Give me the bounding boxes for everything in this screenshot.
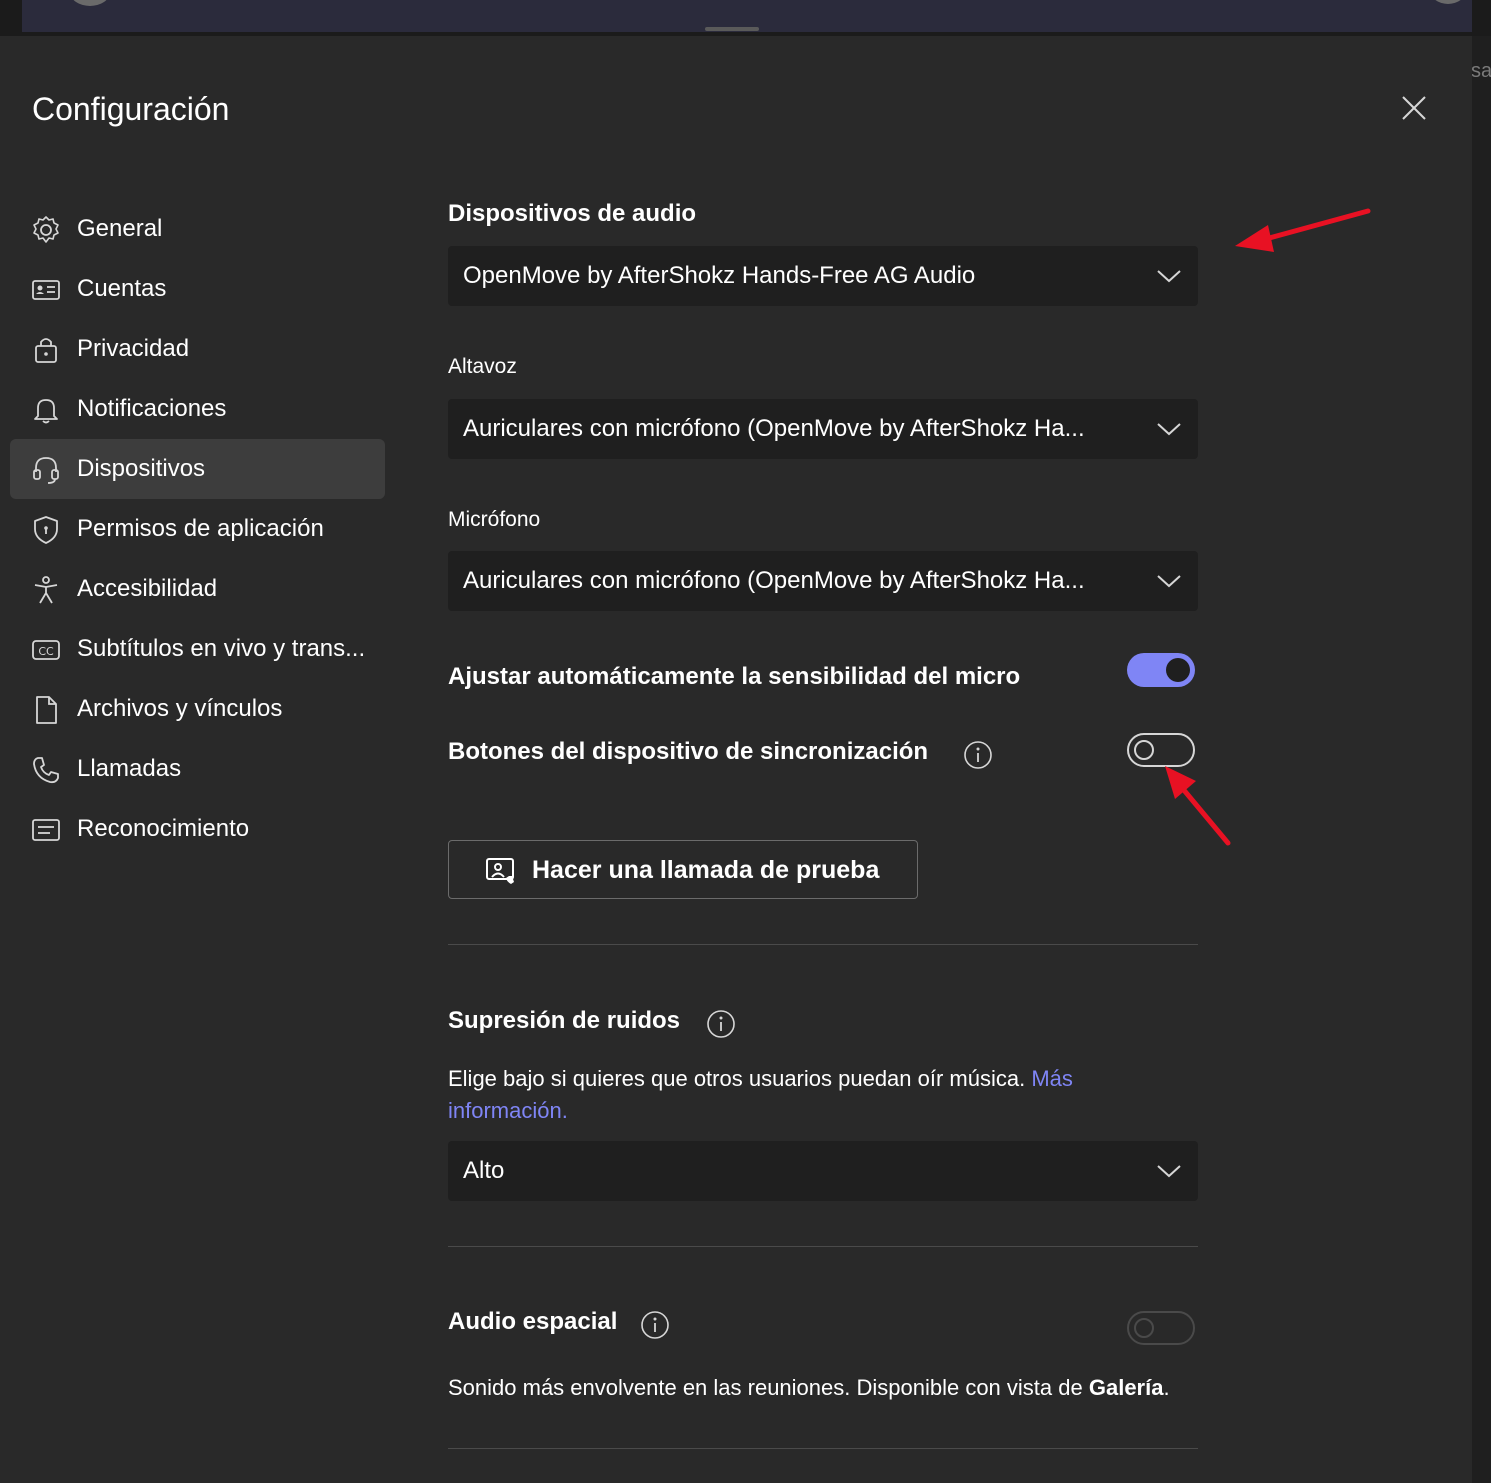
card-icon [32, 819, 60, 841]
chevron-down-icon [1157, 1165, 1181, 1178]
section-divider [448, 944, 1198, 945]
video-call-icon [486, 858, 514, 884]
speaker-value: Auriculares con micrófono (OpenMove by A… [463, 415, 1085, 442]
noise-suppression-description: Elige bajo si quieres que otros usuarios… [448, 1063, 1198, 1127]
sidebar-item-reconocimiento[interactable]: Reconocimiento [10, 799, 385, 859]
file-icon [36, 696, 57, 724]
chevron-down-icon [1157, 270, 1181, 283]
sidebar-item-label: Accesibilidad [77, 575, 218, 602]
shield-icon [34, 516, 58, 544]
audio-devices-heading: Dispositivos de audio [448, 200, 697, 227]
sidebar-item-label: Llamadas [77, 755, 182, 782]
test-call-label: Hacer una llamada de prueba [532, 856, 880, 884]
sidebar-item-label: Reconocimiento [77, 815, 250, 842]
test-call-button[interactable]: Hacer una llamada de prueba [448, 840, 918, 899]
more-info-link[interactable]: Más [1031, 1066, 1073, 1091]
noise-suppression-value: Alto [463, 1157, 505, 1184]
background-topbar [0, 0, 1491, 36]
audio-device-value: OpenMove by AfterShokz Hands-Free AG Aud… [463, 262, 976, 289]
more-info-link-cont[interactable]: información. [448, 1098, 568, 1123]
toggle-knob [1134, 740, 1154, 760]
close-icon [1402, 96, 1426, 120]
cc-icon: CC [32, 640, 60, 660]
svg-text:CC: CC [38, 645, 54, 658]
sidebar-item-subtitulos[interactable]: CC Subtítulos en vivo y trans... [10, 619, 385, 679]
mic-label: Micrófono [448, 508, 541, 531]
background-right-edge [1472, 36, 1491, 1483]
sidebar-item-label: Permisos de aplicación [77, 515, 324, 542]
settings-dialog: Configuración General Cuentas Privacidad… [0, 36, 1472, 1483]
info-icon[interactable] [963, 740, 993, 770]
sync-buttons-label: Botones del dispositivo de sincronizació… [448, 738, 929, 765]
sidebar-item-label: Subtítulos en vivo y trans... [77, 635, 366, 662]
spatial-audio-description: Sonido más envolvente en las reuniones. … [448, 1372, 1198, 1404]
sidebar-item-llamadas[interactable]: Llamadas [10, 739, 385, 799]
speaker-label: Altavoz [448, 355, 517, 378]
spatial-audio-toggle[interactable] [1127, 1311, 1195, 1345]
noise-suppression-heading: Supresión de ruidos [448, 1007, 681, 1034]
sync-buttons-toggle[interactable] [1127, 733, 1195, 767]
sidebar-item-general[interactable]: General [10, 199, 385, 259]
phone-icon [33, 757, 59, 784]
dialog-title: Configuración [32, 91, 230, 127]
accessibility-icon [34, 576, 58, 604]
auto-sensitivity-label: Ajustar automáticamente la sensibilidad … [448, 663, 1021, 690]
spatial-desc-text: Sonido más envolvente en las reuniones. … [448, 1375, 1083, 1400]
mic-value: Auriculares con micrófono (OpenMove by A… [463, 567, 1085, 594]
sidebar-item-label: Cuentas [77, 275, 167, 302]
spatial-audio-heading: Audio espacial [448, 1308, 618, 1335]
close-button[interactable] [1396, 90, 1432, 126]
sidebar-item-cuentas[interactable]: Cuentas [10, 259, 385, 319]
toggle-knob [1166, 658, 1190, 682]
noise-suppression-dropdown[interactable]: Alto [448, 1141, 1198, 1201]
drag-handle[interactable] [705, 27, 759, 31]
noise-desc-text: Elige bajo si quieres que otros usuarios… [448, 1066, 1026, 1091]
sidebar-item-label: General [77, 215, 163, 242]
gear-icon [33, 216, 59, 243]
headset-icon [33, 457, 59, 484]
lock-icon [35, 338, 57, 363]
sidebar-item-privacidad[interactable]: Privacidad [10, 319, 385, 379]
info-icon[interactable] [640, 1310, 670, 1340]
sidebar-item-notificaciones[interactable]: Notificaciones [10, 379, 385, 439]
section-divider [448, 1448, 1198, 1449]
chevron-down-icon [1157, 423, 1181, 436]
id-card-icon [32, 280, 60, 300]
sidebar-item-dispositivos[interactable]: Dispositivos [10, 439, 385, 499]
sidebar-item-permisos[interactable]: Permisos de aplicación [10, 499, 385, 559]
chevron-down-icon [1157, 575, 1181, 588]
sidebar-item-label: Archivos y vínculos [77, 695, 283, 722]
spatial-desc-suffix: . [1163, 1375, 1170, 1400]
spatial-desc-bold: Galería [1088, 1375, 1164, 1400]
bell-icon [34, 399, 58, 424]
audio-device-dropdown[interactable]: OpenMove by AfterShokz Hands-Free AG Aud… [448, 246, 1198, 306]
sidebar-item-archivos[interactable]: Archivos y vínculos [10, 679, 385, 739]
sidebar-item-label: Notificaciones [77, 395, 227, 422]
toggle-knob [1134, 1318, 1154, 1338]
background-partial-text: sa [1471, 60, 1491, 82]
section-divider [448, 1246, 1198, 1247]
sidebar-item-label: Privacidad [77, 335, 190, 362]
settings-sidebar: General Cuentas Privacidad Notificacione… [10, 199, 385, 859]
auto-sensitivity-toggle[interactable] [1127, 653, 1195, 687]
speaker-dropdown[interactable]: Auriculares con micrófono (OpenMove by A… [448, 399, 1198, 459]
info-icon[interactable] [706, 1009, 736, 1039]
sidebar-item-label: Dispositivos [77, 455, 206, 482]
sidebar-item-accesibilidad[interactable]: Accesibilidad [10, 559, 385, 619]
mic-dropdown[interactable]: Auriculares con micrófono (OpenMove by A… [448, 551, 1198, 611]
